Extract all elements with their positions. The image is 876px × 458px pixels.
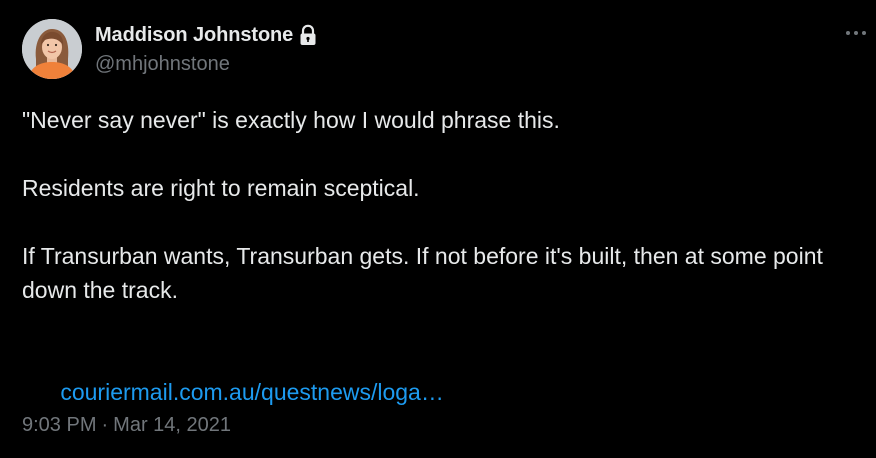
tweet-link[interactable]: couriermail.com.au/questnews/loga… bbox=[60, 379, 444, 405]
tweet-text: "Never say never" is exactly how I would… bbox=[22, 103, 852, 443]
lock-icon bbox=[298, 24, 318, 46]
author-display-name[interactable]: Maddison Johnstone bbox=[95, 24, 293, 47]
profile-photo-icon bbox=[22, 19, 82, 79]
tweet-timestamp[interactable]: 9:03 PM · Mar 14, 2021 bbox=[22, 414, 231, 437]
timestamp-separator: · bbox=[101, 414, 109, 436]
tweet-time: 9:03 PM bbox=[22, 414, 97, 436]
author-handle[interactable]: @mhjohnstone bbox=[95, 53, 230, 76]
author-name-row: Maddison Johnstone bbox=[95, 21, 318, 49]
tweet-date: Mar 14, 2021 bbox=[113, 414, 232, 436]
tweet-paragraph: "Never say never" is exactly how I would… bbox=[22, 107, 560, 133]
tweet-paragraph: If Transurban wants, Transurban gets. If… bbox=[22, 243, 830, 303]
tweet-card: Maddison Johnstone @mhjohnstone "Never s… bbox=[0, 0, 876, 458]
more-horizontal-icon[interactable] bbox=[843, 22, 869, 44]
avatar[interactable] bbox=[22, 19, 82, 79]
tweet-paragraph: Residents are right to remain sceptical. bbox=[22, 175, 420, 201]
